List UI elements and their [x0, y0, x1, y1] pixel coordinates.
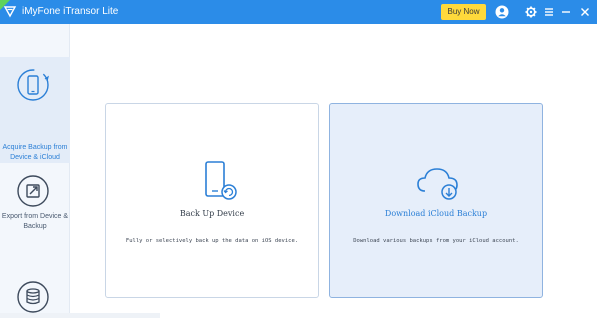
export-icon [17, 175, 49, 207]
app-window: iMyFone iTransor Lite Buy Now Acquire Ba… [0, 0, 597, 318]
sidebar-item-export[interactable]: Export from Device & Backup [0, 172, 70, 262]
cloud-download-icon [417, 168, 458, 200]
bottom-strip [0, 313, 160, 318]
sidebar-item-label: Acquire Backup from Device & iCloud [2, 144, 68, 161]
database-icon [17, 281, 49, 313]
phone-backup-icon [205, 161, 237, 200]
minimize-icon[interactable] [558, 4, 574, 20]
close-icon[interactable] [577, 4, 593, 20]
card-title: Download iCloud Backup [384, 209, 488, 218]
back-up-device-card[interactable]: Back Up Device Fully or selectively back… [105, 103, 319, 298]
menu-icon[interactable] [541, 4, 557, 20]
sidebar-item-acquire-backup[interactable]: Acquire Backup from Device & iCloud [0, 57, 70, 163]
buy-now-button[interactable]: Buy Now [441, 4, 486, 20]
download-icloud-backup-card[interactable]: Download iCloud Backup Download various … [329, 103, 543, 298]
sidebar: Acquire Backup from Device & iCloud Expo… [0, 24, 70, 318]
card-description: Fully or selectively back up the data on… [125, 238, 299, 244]
sidebar-item-database[interactable] [0, 278, 70, 318]
card-description: Download various backups from your iClou… [353, 238, 519, 244]
gear-icon[interactable] [523, 4, 539, 20]
sidebar-item-label: Export from Device & Backup [1, 213, 69, 230]
user-icon[interactable] [494, 4, 510, 20]
card-title: Back Up Device [179, 209, 245, 218]
title-bar: iMyFone iTransor Lite Buy Now [0, 0, 597, 24]
app-title: iMyFone iTransor Lite [22, 6, 119, 17]
phone-restore-icon [17, 69, 49, 101]
logo-icon [3, 6, 17, 18]
